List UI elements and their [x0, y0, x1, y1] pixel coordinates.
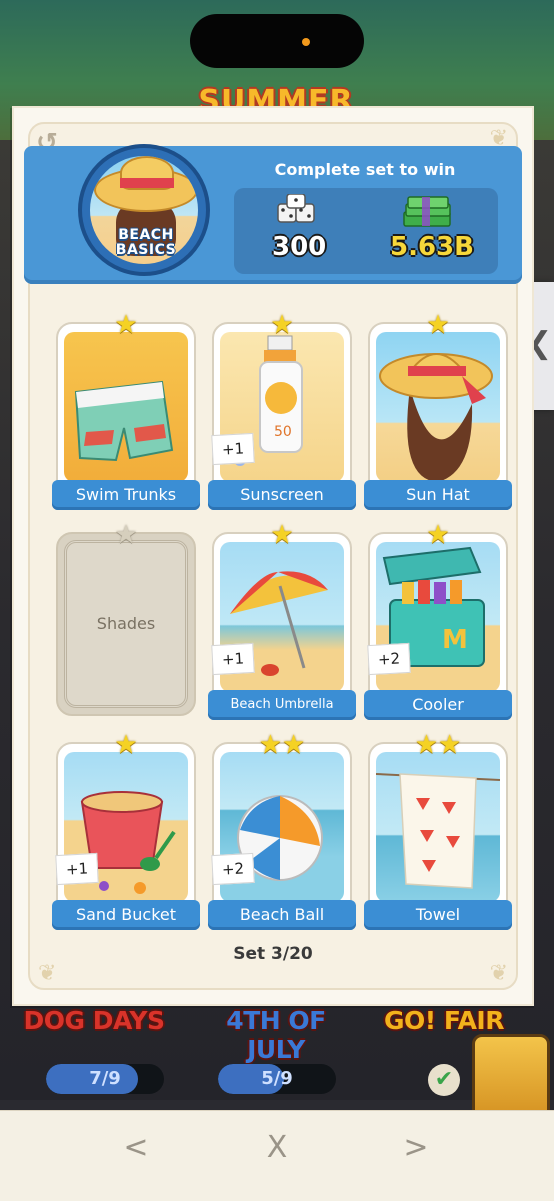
sticker-label: Sun Hat — [364, 480, 512, 510]
badge-label-line2: BASICS — [115, 242, 177, 258]
dice-icon — [277, 194, 315, 223]
star-rating: ★★ — [370, 732, 506, 758]
close-icon: X — [266, 1130, 288, 1165]
set-badge-label: BEACH BASICS — [106, 228, 186, 258]
reward-cash-amount: 5.63B — [390, 232, 474, 262]
sticker-set-panel: ❦ ❦ ❦ ↺ BEACH BASICS Complete set to win — [12, 106, 534, 1006]
star-icon: ★ — [426, 310, 450, 340]
badge-label-line1: BEACH — [118, 227, 174, 243]
sticker-label: Swim Trunks — [52, 480, 200, 510]
previous-set-button[interactable]: < — [106, 1125, 166, 1171]
sticker-art — [64, 332, 188, 482]
reward-box: 300 5.63B — [234, 188, 498, 274]
sticker-art — [376, 332, 500, 482]
sticker-label: Shades — [96, 614, 156, 633]
star-rating: ★ — [58, 312, 194, 338]
set-header: BEACH BASICS Complete set to win 300 5.6… — [24, 144, 522, 284]
album-dog-days[interactable]: DOG DAYS — [14, 1006, 174, 1035]
svg-text:50: 50 — [274, 424, 292, 440]
set-reward-title: Complete set to win — [274, 160, 456, 179]
next-set-button[interactable]: > — [386, 1125, 446, 1171]
sticker-card-beach-ball[interactable]: ★★ +2 Beach Ball — [208, 732, 356, 930]
hat-band-shape — [120, 178, 174, 188]
sticker-card-sand-bucket[interactable]: ★ +1 Sand Bucket — [52, 732, 200, 930]
cash-stack-icon — [403, 196, 451, 227]
swim-trunks-icon — [74, 380, 174, 462]
duplicate-count-badge: +2 — [211, 852, 255, 886]
close-button[interactable]: X — [247, 1125, 307, 1171]
sticker-card-shades[interactable]: ★ Shades — [56, 522, 196, 716]
star-rating: ★★ — [214, 732, 350, 758]
sticker-label: Beach Umbrella — [208, 690, 356, 720]
star-rating: ★ — [58, 522, 194, 548]
star-icon: ★ — [270, 310, 294, 340]
star-icon: ★ — [426, 520, 450, 550]
sticker-label: Cooler — [364, 690, 512, 720]
corner-ornament-icon: ❦ — [38, 961, 57, 986]
indicator-dot — [302, 38, 310, 46]
sticker-card-swim-trunks[interactable]: ★ Swim Trunks — [52, 312, 200, 510]
svg-text:M: M — [442, 625, 468, 655]
sticker-label: Beach Ball — [208, 900, 356, 930]
camera-notch — [190, 14, 364, 68]
duplicate-count-badge: +1 — [211, 642, 255, 676]
album-box-icon[interactable] — [472, 1034, 550, 1120]
sticker-label: Sand Bucket — [52, 900, 200, 930]
sticker-card-beach-umbrella[interactable]: ★ +1 Beach Umbrella — [208, 522, 356, 720]
check-icon: ✔ — [428, 1064, 460, 1096]
sticker-card-sunscreen[interactable]: ★ 50 +1 Sunscreen — [208, 312, 356, 510]
star-icon: ★ — [282, 730, 306, 760]
star-icon: ★ — [114, 310, 138, 340]
album-go-fair[interactable]: GO! FAIR — [364, 1006, 524, 1035]
bottom-nav-bar: < X > — [0, 1110, 554, 1201]
star-rating: ★ — [58, 732, 194, 758]
towel-icon — [376, 773, 500, 889]
set-counter: Set 3/20 — [233, 944, 313, 964]
sticker-label: Towel — [364, 900, 512, 930]
star-rating: ★ — [214, 312, 350, 338]
sticker-card-cooler[interactable]: ★ M +2 Cooler — [364, 522, 512, 720]
sun-hat-icon — [379, 353, 493, 482]
star-icon: ★ — [414, 730, 438, 760]
duplicate-count-badge: +1 — [55, 852, 99, 886]
star-rating: ★ — [370, 522, 506, 548]
duplicate-count-badge: +2 — [367, 642, 411, 676]
star-icon: ★ — [270, 520, 294, 550]
album-progress-dog-days: 7/9 — [46, 1064, 164, 1094]
sticker-art — [376, 752, 500, 902]
duplicate-count-badge: +1 — [211, 432, 255, 466]
sticker-label: Sunscreen — [208, 480, 356, 510]
progress-text: 5/9 — [261, 1068, 293, 1089]
album-4th-of-july[interactable]: 4TH OF JULY — [196, 1006, 356, 1064]
sticker-card-sun-hat[interactable]: ★ Sun Hat — [364, 312, 512, 510]
star-icon: ★ — [114, 520, 138, 550]
chevron-left-icon: < — [123, 1130, 149, 1165]
star-icon: ★ — [114, 730, 138, 760]
corner-ornament-icon: ❦ — [489, 961, 508, 986]
star-icon: ★ — [438, 730, 462, 760]
reward-dice-amount: 300 — [272, 232, 327, 262]
star-rating: ★ — [214, 522, 350, 548]
album-progress-4th-of-july: 5/9 — [218, 1064, 336, 1094]
star-icon: ★ — [258, 730, 282, 760]
sticker-card-towel[interactable]: ★★ Towel — [364, 732, 512, 930]
chevron-right-icon: > — [403, 1130, 429, 1165]
star-rating: ★ — [370, 312, 506, 338]
progress-text: 7/9 — [89, 1068, 121, 1089]
